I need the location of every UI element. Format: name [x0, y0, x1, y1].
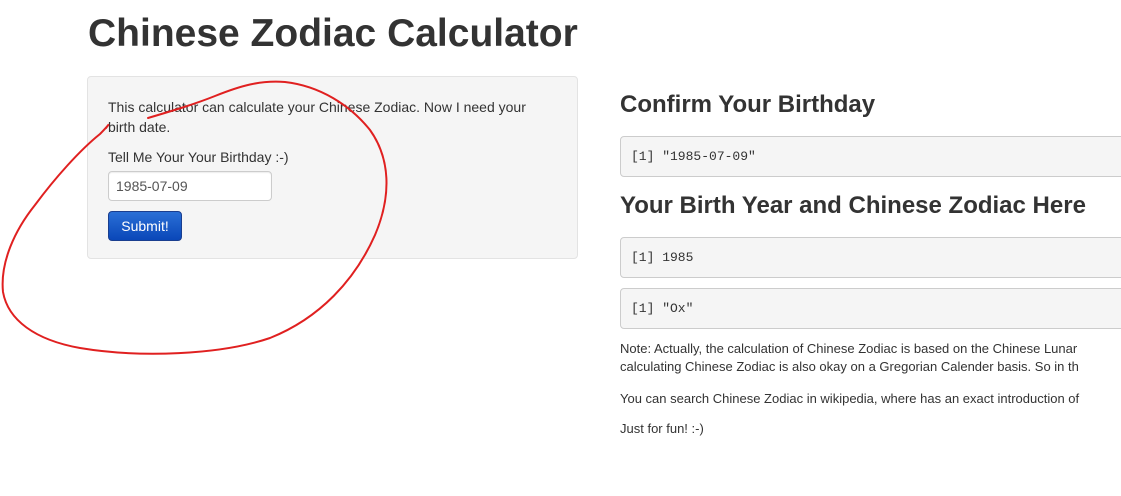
input-panel: This calculator can calculate your Chine…	[87, 76, 578, 259]
wiki-text: You can search Chinese Zodiac in wikiped…	[620, 391, 1080, 406]
result-heading: Your Birth Year and Chinese Zodiac Here	[620, 192, 1086, 219]
birthday-date-input[interactable]	[108, 171, 272, 201]
page-title: Chinese Zodiac Calculator	[88, 12, 578, 55]
submit-button[interactable]: Submit!	[108, 211, 182, 241]
intro-text: This calculator can calculate your Chine…	[108, 97, 548, 137]
intro-line-1: This calculator can calculate your Chine…	[108, 99, 526, 115]
confirm-birthday-output: [1] "1985-07-09"	[620, 136, 1121, 177]
birth-year-output: [1] 1985	[620, 237, 1121, 278]
intro-line-2: birth date.	[108, 119, 171, 135]
app-page: Chinese Zodiac Calculator This calculato…	[0, 0, 1121, 496]
note-line-2: calculating Chinese Zodiac is also okay …	[620, 359, 1079, 374]
zodiac-output: [1] "Ox"	[620, 288, 1121, 329]
birthday-label: Tell Me Your Your Birthday :-)	[108, 149, 289, 165]
note-text: Note: Actually, the calculation of Chine…	[620, 340, 1121, 376]
note-line-1: Note: Actually, the calculation of Chine…	[620, 341, 1078, 356]
fun-text: Just for fun! :-)	[620, 421, 704, 436]
confirm-birthday-heading: Confirm Your Birthday	[620, 91, 876, 118]
